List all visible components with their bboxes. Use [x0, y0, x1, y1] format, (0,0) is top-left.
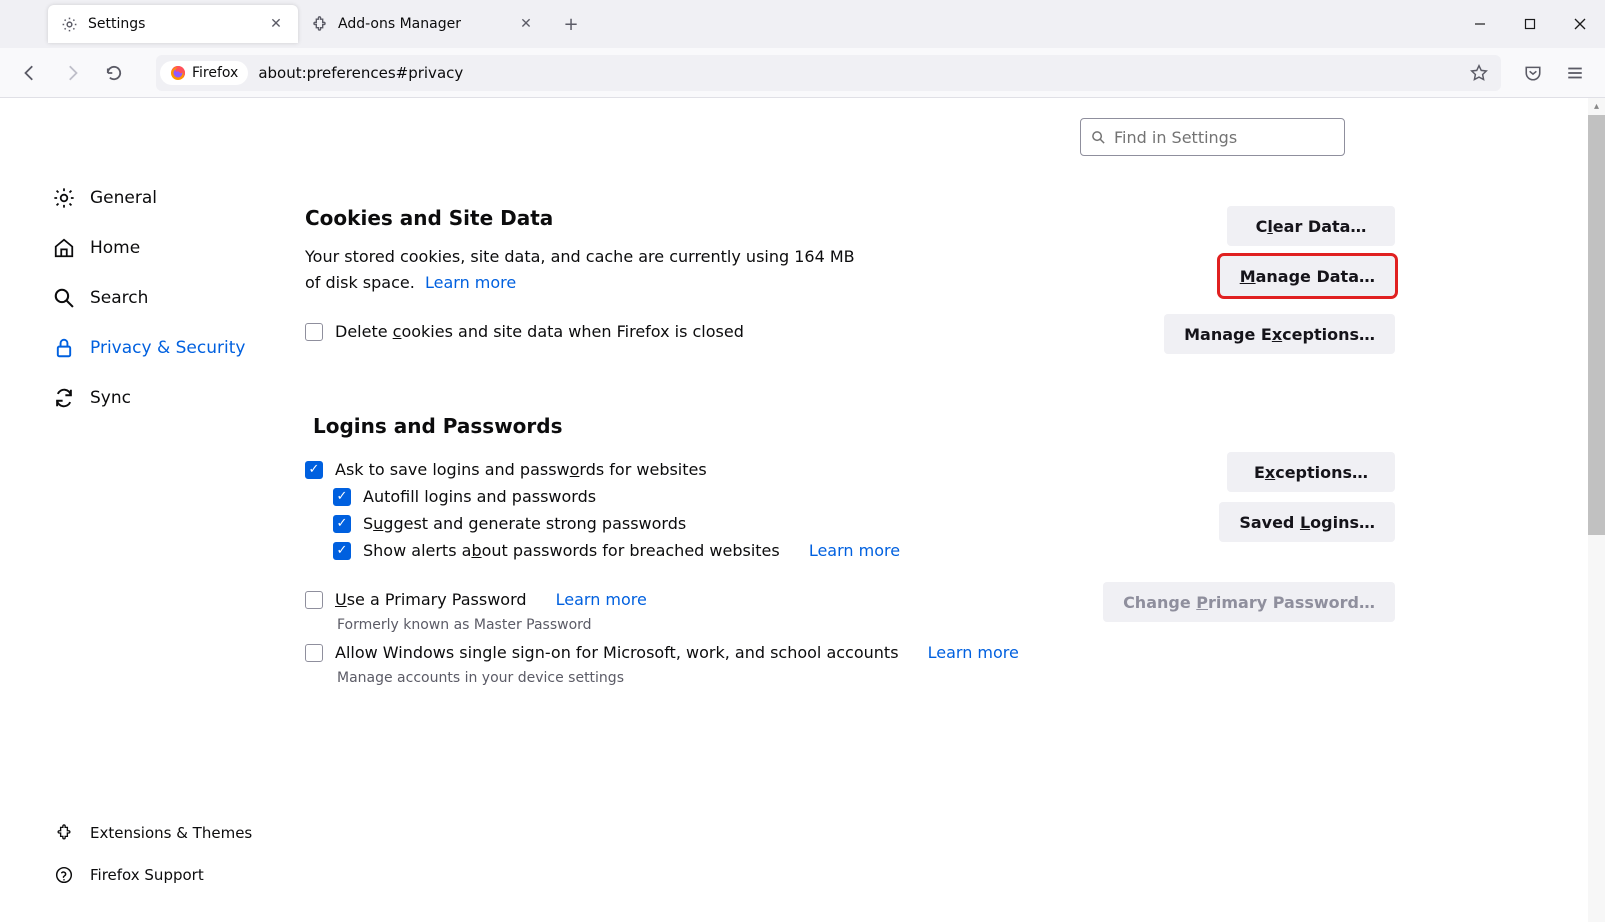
sidebar-item-privacy[interactable]: Privacy & Security — [48, 323, 305, 373]
url-bar[interactable]: Firefox about:preferences#privacy — [156, 55, 1501, 91]
manage-data-button[interactable]: Manage Data… — [1220, 256, 1395, 296]
categories-sidebar: General Home Search Privacy & Security S… — [0, 98, 305, 922]
checkbox-icon — [305, 323, 323, 341]
checkbox-checked-icon — [333, 488, 351, 506]
window-controls — [1455, 0, 1605, 48]
cookies-usage-text: Your stored cookies, site data, and cach… — [305, 244, 865, 295]
sidebar-item-search[interactable]: Search — [48, 273, 305, 323]
sidebar-item-label: Home — [90, 238, 140, 258]
ask-save-logins-checkbox[interactable]: Ask to save logins and passwords for web… — [305, 460, 1189, 479]
forward-button[interactable] — [54, 55, 90, 91]
checkbox-icon — [305, 591, 323, 609]
sidebar-item-home[interactable]: Home — [48, 223, 305, 273]
tab-title: Add-ons Manager — [338, 16, 516, 32]
tab-addons[interactable]: Add-ons Manager ✕ — [298, 5, 548, 43]
sso-caption: Manage accounts in your device settings — [337, 670, 1395, 686]
sidebar-item-sync[interactable]: Sync — [48, 373, 305, 423]
sidebar-item-label: Extensions & Themes — [90, 824, 252, 842]
sidebar-item-label: General — [90, 188, 157, 208]
navigation-toolbar: Firefox about:preferences#privacy — [0, 48, 1605, 98]
gear-icon — [52, 186, 76, 210]
scrollbar-thumb[interactable] — [1588, 115, 1605, 535]
url-text: about:preferences#privacy — [258, 64, 463, 82]
delete-cookies-on-close-checkbox[interactable]: Delete cookies and site data when Firefo… — [305, 322, 1134, 341]
logins-heading: Logins and Passwords — [313, 414, 1395, 438]
manage-exceptions-button[interactable]: Manage Exceptions… — [1164, 314, 1395, 354]
windows-sso-checkbox[interactable]: Allow Windows single sign-on for Microso… — [305, 643, 1395, 662]
autofill-logins-checkbox[interactable]: Autofill logins and passwords — [333, 487, 1189, 506]
gear-icon — [60, 15, 78, 33]
main-panel: Find in Settings Cookies and Site Data Y… — [305, 98, 1435, 922]
search-placeholder: Find in Settings — [1114, 128, 1237, 147]
identity-label: Firefox — [192, 65, 238, 81]
primary-password-caption: Formerly known as Master Password — [337, 617, 1073, 633]
close-icon[interactable]: ✕ — [266, 14, 286, 34]
suggest-passwords-checkbox[interactable]: Suggest and generate strong passwords — [333, 514, 1189, 533]
new-tab-button[interactable]: + — [556, 9, 586, 39]
puzzle-icon — [52, 821, 76, 845]
home-icon — [52, 236, 76, 260]
pocket-icon[interactable] — [1515, 55, 1551, 91]
help-icon — [52, 863, 76, 887]
saved-logins-button[interactable]: Saved Logins… — [1219, 502, 1395, 542]
logins-exceptions-button[interactable]: Exceptions… — [1227, 452, 1395, 492]
sidebar-item-support[interactable]: Firefox Support — [48, 854, 305, 896]
tab-strip: Settings ✕ Add-ons Manager ✕ + — [0, 0, 1605, 48]
sidebar-item-label: Sync — [90, 388, 131, 408]
breach-learn-more-link[interactable]: Learn more — [809, 541, 900, 560]
use-primary-password-checkbox[interactable]: Use a Primary Password Learn more — [305, 590, 1073, 609]
tab-settings[interactable]: Settings ✕ — [48, 5, 298, 43]
checkbox-checked-icon — [305, 461, 323, 479]
breach-alerts-checkbox[interactable]: Show alerts about passwords for breached… — [333, 541, 1189, 560]
sidebar-item-general[interactable]: General — [48, 173, 305, 223]
identity-pill[interactable]: Firefox — [160, 61, 248, 85]
change-primary-password-button[interactable]: Change Primary Password… — [1103, 582, 1395, 622]
maximize-button[interactable] — [1505, 0, 1555, 48]
reload-button[interactable] — [96, 55, 132, 91]
sso-learn-more-link[interactable]: Learn more — [928, 643, 1019, 662]
puzzle-icon — [310, 15, 328, 33]
sidebar-item-label: Search — [90, 288, 148, 308]
sync-icon — [52, 386, 76, 410]
scroll-up-icon[interactable]: ▴ — [1588, 98, 1605, 115]
bookmark-star-icon[interactable] — [1461, 55, 1497, 91]
checkbox-checked-icon — [333, 542, 351, 560]
tab-title: Settings — [88, 16, 266, 32]
vertical-scrollbar[interactable]: ▴ — [1588, 98, 1605, 922]
primary-learn-more-link[interactable]: Learn more — [556, 590, 647, 609]
checkbox-icon — [305, 644, 323, 662]
sidebar-item-label: Firefox Support — [90, 866, 204, 884]
clear-data-button[interactable]: Clear Data… — [1227, 206, 1395, 246]
sidebar-item-extensions[interactable]: Extensions & Themes — [48, 812, 305, 854]
cookies-heading: Cookies and Site Data — [305, 206, 1190, 230]
cookies-learn-more-link[interactable]: Learn more — [425, 273, 516, 292]
preferences-page: General Home Search Privacy & Security S… — [0, 98, 1605, 922]
back-button[interactable] — [12, 55, 48, 91]
close-icon[interactable]: ✕ — [516, 14, 536, 34]
checkbox-checked-icon — [333, 515, 351, 533]
app-menu-button[interactable] — [1557, 55, 1593, 91]
minimize-button[interactable] — [1455, 0, 1505, 48]
firefox-logo-icon — [170, 65, 186, 81]
close-window-button[interactable] — [1555, 0, 1605, 48]
lock-icon — [52, 336, 76, 360]
search-icon — [52, 286, 76, 310]
search-icon — [1091, 130, 1106, 145]
settings-search-input[interactable]: Find in Settings — [1080, 118, 1345, 156]
sidebar-item-label: Privacy & Security — [90, 338, 245, 358]
